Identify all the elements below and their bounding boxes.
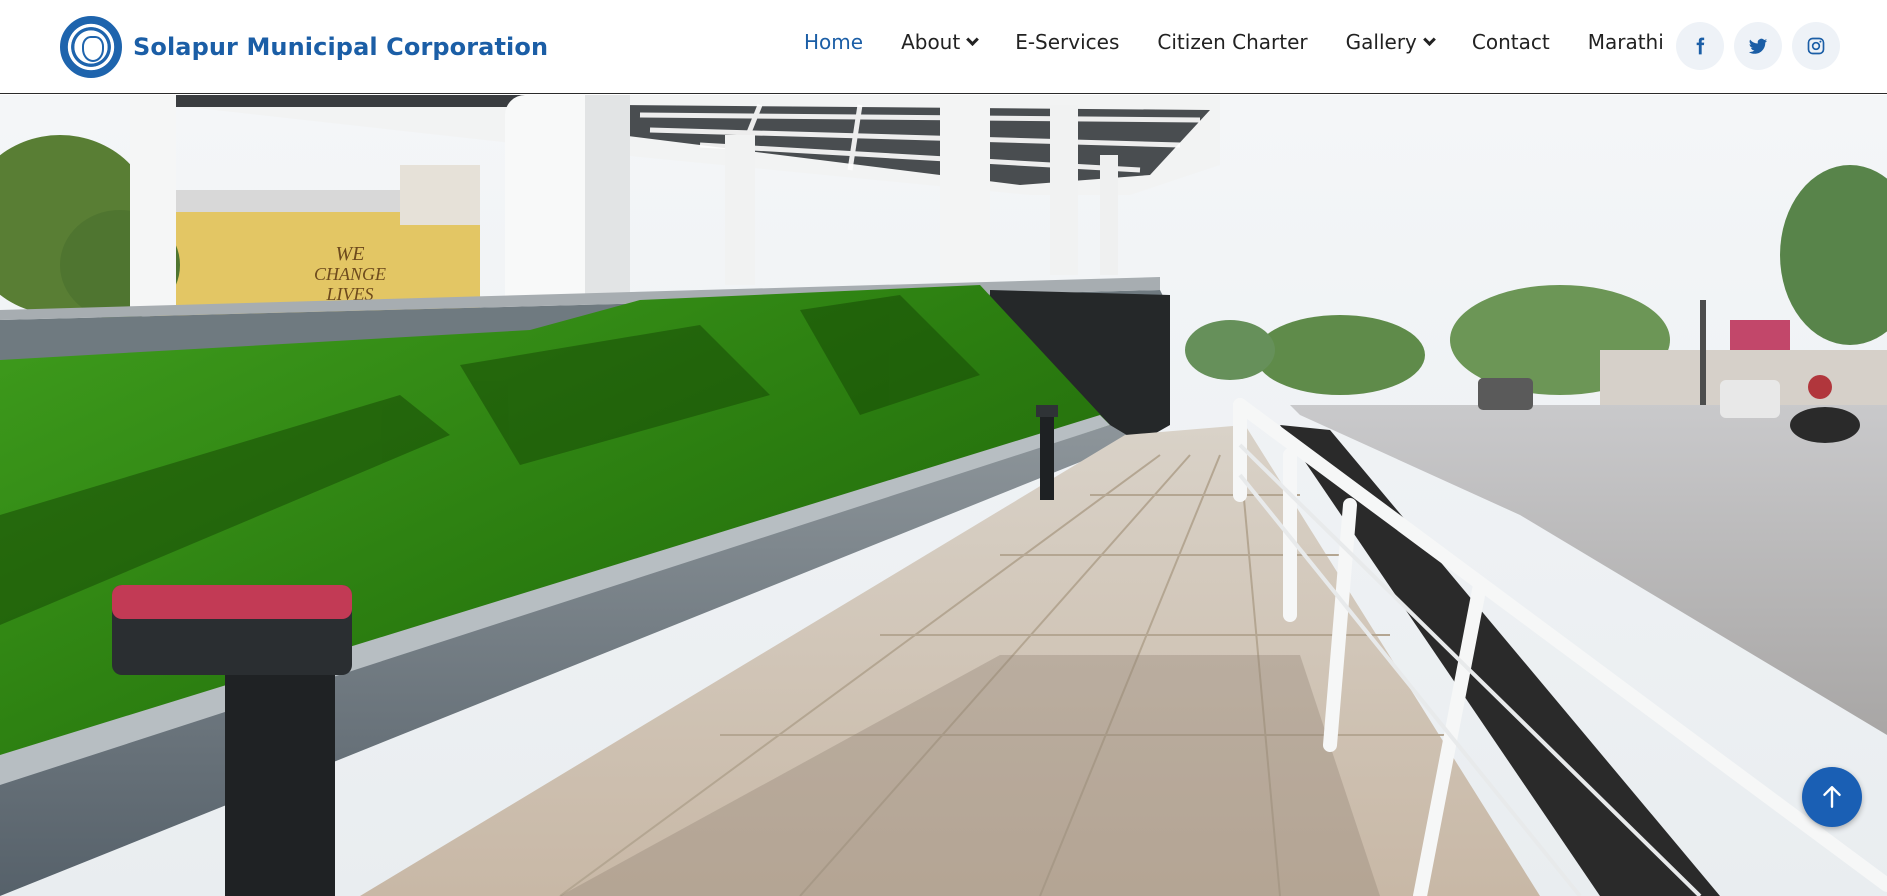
nav-citizen-charter[interactable]: Citizen Charter	[1157, 30, 1307, 54]
main-nav: Home About E-Services Citizen Charter Ga…	[804, 30, 1664, 54]
chevron-down-icon	[966, 32, 980, 46]
nav-gallery-label: Gallery	[1345, 30, 1417, 54]
arrow-up-icon	[1823, 786, 1841, 808]
nav-about[interactable]: About	[901, 30, 980, 54]
facebook-icon	[1696, 37, 1705, 55]
svg-text:CHANGE: CHANGE	[314, 264, 386, 284]
smart-city-walkway-photo: WE CHANGE LIVES	[0, 95, 1887, 896]
twitter-link[interactable]	[1734, 22, 1782, 70]
chevron-down-icon	[1423, 32, 1436, 46]
instagram-link[interactable]	[1792, 22, 1840, 70]
instagram-icon	[1807, 37, 1825, 55]
nav-home[interactable]: Home	[804, 30, 863, 54]
hero-banner: WE CHANGE LIVES	[0, 95, 1887, 896]
nav-gallery[interactable]: Gallery	[1345, 30, 1436, 54]
nav-contact[interactable]: Contact	[1472, 30, 1550, 54]
nav-citizen-charter-label: Citizen Charter	[1157, 30, 1308, 54]
site-header: Solapur Municipal Corporation Home About…	[0, 0, 1887, 94]
nav-home-label: Home	[804, 30, 864, 54]
brand[interactable]: Solapur Municipal Corporation	[60, 16, 548, 78]
smc-emblem-logo	[60, 16, 122, 78]
back-to-top-button[interactable]	[1802, 767, 1862, 827]
twitter-icon	[1748, 38, 1768, 54]
nav-marathi-label: Marathi	[1587, 30, 1664, 54]
nav-e-services-label: E-Services	[1015, 30, 1120, 54]
nav-about-label: About	[901, 30, 961, 54]
nav-marathi[interactable]: Marathi	[1588, 30, 1664, 54]
social-links	[1676, 22, 1850, 70]
brand-name: Solapur Municipal Corporation	[133, 33, 549, 61]
svg-text:WE: WE	[336, 243, 365, 265]
facebook-link[interactable]	[1676, 22, 1724, 70]
nav-contact-label: Contact	[1471, 30, 1550, 54]
nav-e-services[interactable]: E-Services	[1015, 30, 1119, 54]
